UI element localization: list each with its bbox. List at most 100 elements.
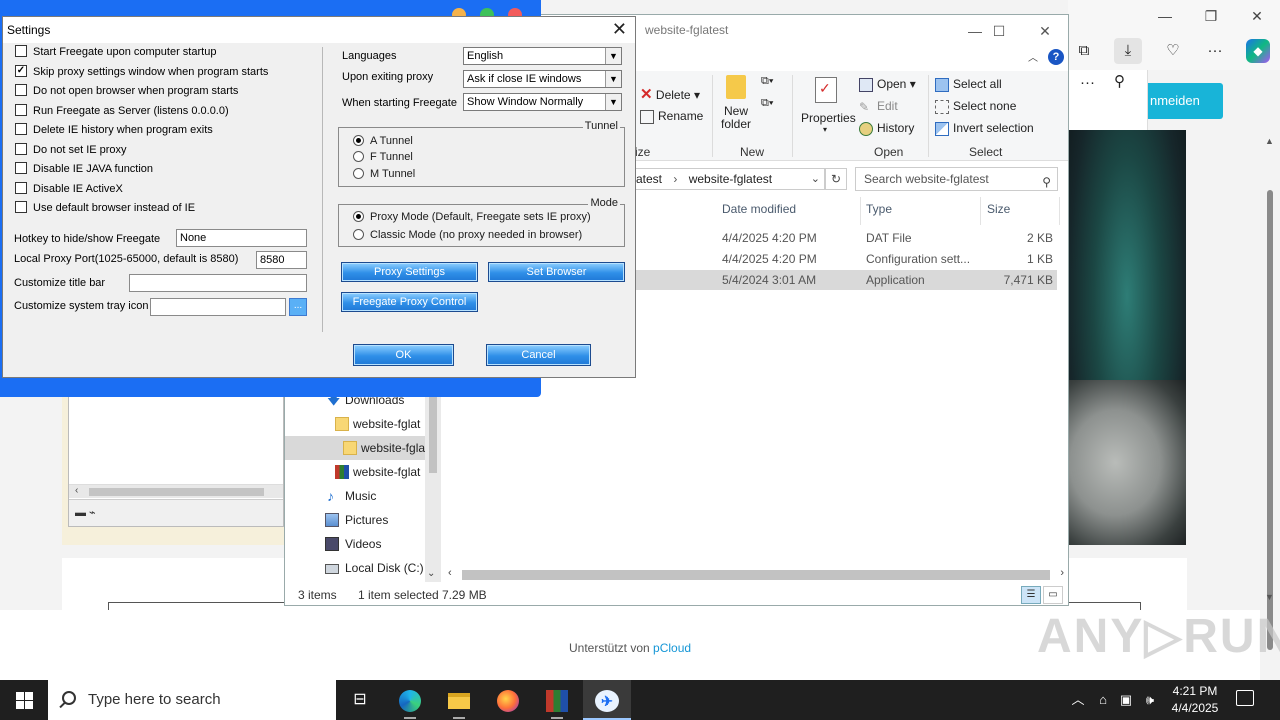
scrollbar-thumb[interactable] xyxy=(89,488,264,496)
close-icon[interactable]: ✕ xyxy=(612,19,627,39)
checkbox-no-browser[interactable]: Do not open browser when program starts xyxy=(15,84,238,100)
scroll-right-icon[interactable]: › xyxy=(1060,567,1064,579)
scroll-down-icon[interactable]: ▼ xyxy=(1265,592,1274,602)
ok-button[interactable]: OK xyxy=(353,344,454,366)
radio-f-tunnel[interactable]: F Tunnel xyxy=(353,150,413,164)
browser-minimize-button[interactable]: — xyxy=(1150,6,1180,26)
checkbox-disable-java[interactable]: Disable IE JAVA function xyxy=(15,162,153,178)
refresh-icon[interactable]: ↻ xyxy=(825,168,847,190)
proxy-control-button[interactable]: Freegate Proxy Control xyxy=(341,292,478,312)
checkbox-box-checked[interactable]: ✓ xyxy=(15,65,27,78)
properties-dropdown-icon[interactable]: ▾ xyxy=(823,125,827,134)
languages-select[interactable]: English ▼ xyxy=(463,47,622,65)
edit-button[interactable]: ✎ Edit xyxy=(859,99,898,114)
checkbox-startup[interactable]: Start Freegate upon computer startup xyxy=(15,45,216,61)
address-dropdown-icon[interactable]: ⌄ xyxy=(811,169,820,189)
clock-time[interactable]: 4:21 PM xyxy=(1165,684,1225,698)
scroll-up-icon[interactable]: ▲ xyxy=(1265,136,1274,146)
nav-item-music[interactable]: ♪ Music xyxy=(285,484,425,508)
breadcrumb-current[interactable]: website-fglatest xyxy=(689,172,772,186)
radio-dot[interactable] xyxy=(353,167,364,179)
radio-proxy-mode[interactable]: Proxy Mode (Default, Freegate sets IE pr… xyxy=(353,210,591,224)
copilot-icon[interactable]: ◆ xyxy=(1246,39,1270,63)
task-view-icon[interactable]: ⊟ xyxy=(336,680,384,720)
address-bar[interactable]: atest › website-fglatest ⌄ xyxy=(625,168,825,190)
scroll-down-icon[interactable]: ⌄ xyxy=(427,568,435,579)
properties-button[interactable]: Properties xyxy=(801,111,856,125)
scrollbar-thumb[interactable] xyxy=(429,387,437,473)
checkbox-box[interactable] xyxy=(15,84,27,97)
checkbox-no-ie-proxy[interactable]: Do not set IE proxy xyxy=(15,143,127,159)
collapse-ribbon-icon[interactable]: ︿ xyxy=(1028,49,1038,64)
maximize-button[interactable]: ☐ xyxy=(979,19,1019,43)
proxy-port-input[interactable]: 8580 xyxy=(256,251,307,269)
details-view-icon[interactable]: ☰ xyxy=(1021,586,1041,604)
new-item-icon[interactable]: ⧉▾ xyxy=(761,75,773,88)
file-row-selected[interactable]: 5/4/2024 3:01 AM Application 7,471 KB xyxy=(627,270,1057,290)
invert-selection-button[interactable]: Invert selection xyxy=(935,121,1034,136)
start-button[interactable] xyxy=(0,680,48,720)
scroll-left-icon[interactable]: ‹ xyxy=(448,567,452,579)
history-button[interactable]: History xyxy=(859,121,914,136)
file-row[interactable]: 4/4/2025 4:20 PM DAT File 2 KB xyxy=(627,228,1057,248)
browser-restore-button[interactable]: ❐ xyxy=(1196,6,1226,26)
nav-item-videos[interactable]: Videos xyxy=(285,532,425,556)
more-icon[interactable]: ··· xyxy=(1080,74,1095,91)
checkbox-default-browser[interactable]: Use default browser instead of IE xyxy=(15,201,195,217)
tray-icon-input[interactable] xyxy=(150,298,286,316)
checkbox-disable-activex[interactable]: Disable IE ActiveX xyxy=(15,182,123,198)
browser-close-button[interactable]: ✕ xyxy=(1242,6,1272,26)
checkbox-box[interactable] xyxy=(15,45,27,58)
large-icons-view-icon[interactable]: ▭ xyxy=(1043,586,1063,604)
column-type[interactable]: Type xyxy=(866,202,892,216)
edge-icon[interactable] xyxy=(386,680,434,720)
radio-classic-mode[interactable]: Classic Mode (no proxy needed in browser… xyxy=(353,228,582,242)
radio-dot[interactable] xyxy=(353,228,364,240)
hotkey-input[interactable]: None xyxy=(176,229,307,247)
browse-button[interactable]: ... xyxy=(289,298,307,316)
downloads-icon[interactable]: ⤓ xyxy=(1114,38,1142,64)
freegate-icon[interactable]: ✈ xyxy=(583,680,631,720)
scrollbar-thumb[interactable] xyxy=(1267,190,1273,650)
show-hidden-icons-icon[interactable]: ︿ xyxy=(1068,690,1088,710)
breadcrumb-parent[interactable]: atest xyxy=(636,172,662,186)
winrar-icon[interactable] xyxy=(533,680,581,720)
radio-m-tunnel[interactable]: M Tunnel xyxy=(353,167,415,181)
firefox-icon[interactable] xyxy=(484,680,532,720)
device-icon[interactable]: ⌂ xyxy=(1093,690,1113,710)
nav-item-pictures[interactable]: Pictures xyxy=(285,508,425,532)
search-input[interactable]: Search website-fglatest ⚲ xyxy=(855,167,1058,191)
column-size[interactable]: Size xyxy=(987,202,1010,216)
nav-item-local-disk[interactable]: Local Disk (C:) xyxy=(285,556,425,580)
checkbox-skip-proxy-window[interactable]: ✓ Skip proxy settings window when program… xyxy=(15,65,268,81)
checkbox-box[interactable] xyxy=(15,104,27,117)
exit-proxy-select[interactable]: Ask if close IE windows ▼ xyxy=(463,70,622,88)
radio-dot-selected[interactable] xyxy=(353,134,364,146)
title-bar-input[interactable] xyxy=(129,274,307,292)
checkbox-box[interactable] xyxy=(15,162,27,175)
page-scrollbar[interactable]: ▲ ▼ xyxy=(1260,136,1280,665)
easy-access-icon[interactable]: ⧉▾ xyxy=(761,97,773,110)
radio-dot[interactable] xyxy=(353,150,364,162)
scrollbar-thumb[interactable] xyxy=(462,570,1050,580)
file-row[interactable]: 4/4/2025 4:20 PM Configuration sett... 1… xyxy=(627,249,1057,269)
performance-icon[interactable]: ♡ xyxy=(1159,38,1187,64)
horizontal-scrollbar[interactable]: ‹ xyxy=(69,484,283,498)
notification-icon[interactable] xyxy=(1236,690,1254,706)
radio-dot-selected[interactable] xyxy=(353,210,364,222)
checkbox-run-as-server[interactable]: Run Freegate as Server (listens 0.0.0.0) xyxy=(15,104,229,120)
checkbox-box[interactable] xyxy=(15,182,27,195)
clock-date[interactable]: 4/4/2025 xyxy=(1165,701,1225,715)
checkbox-box[interactable] xyxy=(15,201,27,214)
pin-icon[interactable]: ⚲ xyxy=(1114,72,1125,90)
collections-icon[interactable]: ⧉ xyxy=(1070,38,1098,64)
new-folder-button[interactable]: New folder xyxy=(721,105,751,131)
pcloud-link[interactable]: pCloud xyxy=(653,641,691,655)
navigation-scrollbar[interactable] xyxy=(425,387,441,582)
select-all-button[interactable]: Select all xyxy=(935,77,1002,92)
nav-item-folder-selected[interactable]: website-fgla xyxy=(285,436,425,460)
select-none-button[interactable]: Select none xyxy=(935,99,1016,114)
nav-item-folder[interactable]: website-fglat xyxy=(285,412,425,436)
more-options-icon[interactable]: ··· xyxy=(1201,38,1229,64)
checkbox-delete-ie-history[interactable]: Delete IE history when program exits xyxy=(15,123,213,139)
